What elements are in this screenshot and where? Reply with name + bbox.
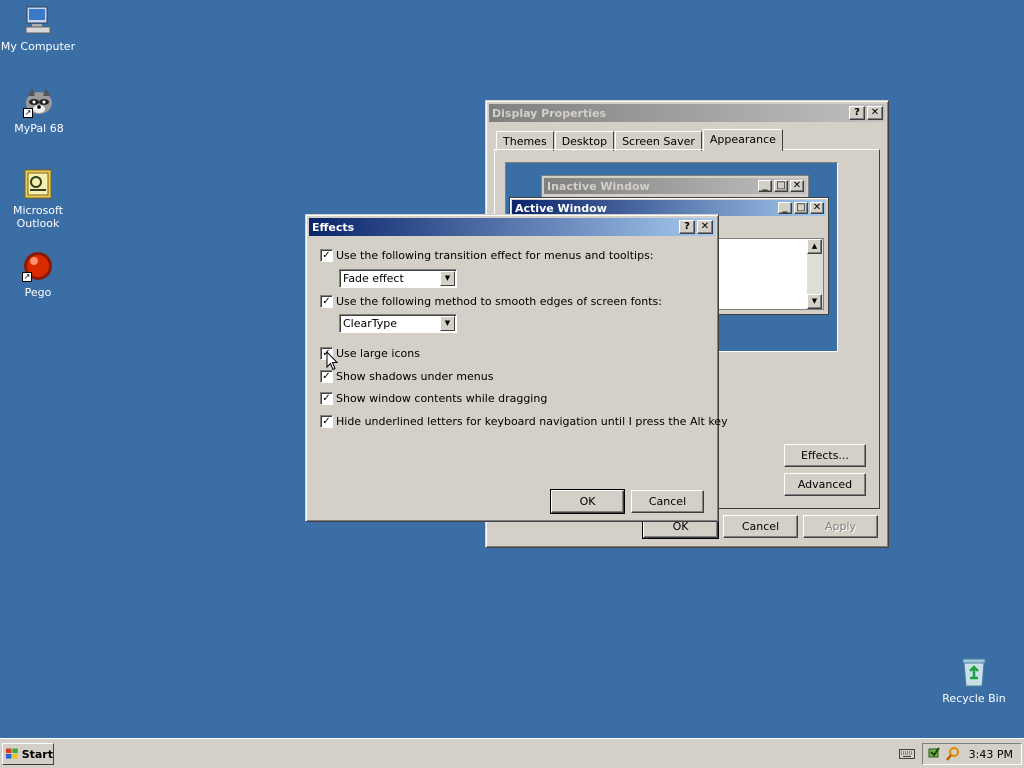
desktop-icon-outlook[interactable]: Microsoft Outlook [0,168,76,230]
tab-themes[interactable]: Themes [496,131,554,151]
tab-desktop[interactable]: Desktop [554,131,615,151]
desktop-icon-label: MyPal 68 [14,122,64,135]
desktop-icon-label: Pego [24,286,52,299]
transition-effect-checkbox[interactable]: ✓ [320,249,333,262]
start-label: Start [21,747,53,761]
advanced-button[interactable]: Advanced [784,473,866,496]
dialog-title: Effects [312,220,355,234]
effects-ok-button[interactable]: OK [550,489,625,514]
tab-screen-saver[interactable]: Screen Saver [615,131,702,151]
font-smoothing-select[interactable]: ClearType ▼ [339,314,457,333]
chevron-down-icon[interactable]: ▼ [440,271,455,286]
outlook-icon [22,168,54,200]
close-icon: ✕ [790,180,804,192]
help-button[interactable]: ? [849,106,865,120]
cancel-button[interactable]: Cancel [723,515,798,538]
scroll-down-icon: ▼ [807,294,822,309]
close-icon: ✕ [810,202,824,214]
select-value: ClearType [343,317,398,330]
recycle-bin-icon [958,656,990,688]
maximize-icon: □ [774,180,788,192]
display-properties-titlebar[interactable]: Display Properties ? ✕ [489,104,885,122]
desktop-icon-my-computer[interactable]: My Computer [0,4,76,53]
shortcut-arrow-icon: ↗ [23,108,33,118]
drag-contents-checkbox[interactable]: ✓ [320,392,333,405]
maximize-icon: □ [794,202,808,214]
system-tray: 3:43 PM [922,743,1022,765]
tab-strip: Themes Desktop Screen Saver Appearance [496,129,784,151]
preview-scrollbar: ▲ ▼ [807,239,823,309]
hide-underlines-checkbox[interactable]: ✓ [320,415,333,428]
desktop-icon-pego[interactable]: ↗ Pego [0,250,76,299]
tab-appearance[interactable]: Appearance [702,129,783,151]
network-tray-icon[interactable] [927,746,943,762]
transition-effect-label: Use the following transition effect for … [336,249,654,262]
taskbar: Start 3:43 PM [0,738,1024,768]
desktop-icon-recycle-bin[interactable]: Recycle Bin [936,656,1012,705]
font-smoothing-label: Use the following method to smooth edges… [336,295,662,308]
effects-titlebar[interactable]: Effects ? ✕ [309,218,715,236]
menu-shadows-checkbox[interactable]: ✓ [320,370,333,383]
desktop-icon-mypal[interactable]: ↗ MyPal 68 [1,86,77,135]
drag-contents-label: Show window contents while dragging [336,392,548,405]
effects-cancel-button[interactable]: Cancel [631,490,704,513]
raccoon-browser-icon: ↗ [23,86,55,118]
windows-logo-icon [6,748,18,759]
window-title: Display Properties [492,106,607,120]
font-smoothing-checkbox[interactable]: ✓ [320,295,333,308]
desktop-icon-label: Recycle Bin [942,692,1006,705]
desktop-icon-label: Microsoft Outlook [12,204,64,230]
desktop-icon-label: My Computer [0,40,76,53]
apply-button[interactable]: Apply [803,515,878,538]
transition-effect-select[interactable]: Fade effect ▼ [339,269,457,288]
search-tray-icon[interactable] [945,746,961,762]
clock[interactable]: 3:43 PM [969,748,1013,761]
help-button[interactable]: ? [679,220,695,234]
start-button[interactable]: Start [2,743,54,765]
mouse-cursor-icon [326,351,339,371]
my-computer-icon [22,4,54,36]
select-value: Fade effect [343,272,404,285]
keyboard-icon[interactable] [899,748,915,760]
menu-shadows-label: Show shadows under menus [336,370,494,383]
effects-dialog: Effects ? ✕ ✓ Use the following transiti… [305,214,728,522]
effects-button[interactable]: Effects... [784,444,866,467]
minimize-icon: _ [778,202,792,214]
preview-inactive-title: Inactive Window [547,179,650,193]
hide-underlines-label: Hide underlined letters for keyboard nav… [336,415,728,428]
close-button[interactable]: ✕ [697,220,713,234]
chevron-down-icon[interactable]: ▼ [440,316,455,331]
minimize-icon: _ [758,180,772,192]
shortcut-arrow-icon: ↗ [22,272,32,282]
scroll-up-icon: ▲ [807,239,822,254]
preview-active-title: Active Window [515,201,607,215]
large-icons-label: Use large icons [336,347,420,360]
red-ball-icon: ↗ [22,250,54,282]
close-button[interactable]: ✕ [867,106,883,120]
